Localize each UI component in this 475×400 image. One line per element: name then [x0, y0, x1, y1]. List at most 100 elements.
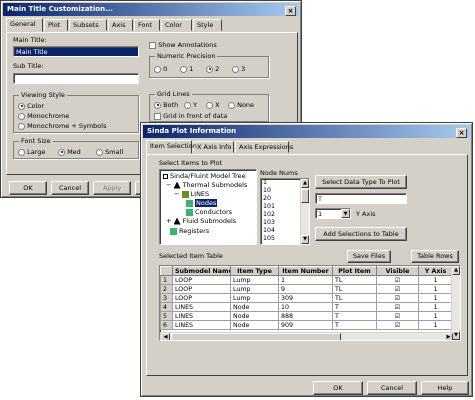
tree-item-conductors[interactable]: Conductors: [186, 208, 232, 216]
cell-y-axis[interactable]: 1: [418, 311, 453, 321]
tree-item-registers[interactable]: Registers: [170, 227, 209, 235]
cell-item-type[interactable]: Node: [230, 302, 279, 312]
table-row[interactable]: 4 LINES Node 10 T ☑ 1: [160, 302, 453, 312]
font-size-med[interactable]: Med: [58, 148, 81, 156]
row-number[interactable]: 1: [160, 275, 173, 285]
scroll-down-icon[interactable]: ▼: [301, 235, 309, 244]
tab-font[interactable]: Font: [134, 19, 160, 31]
precision-option-0[interactable]: 0: [154, 65, 167, 73]
cell-item-number[interactable]: 309: [278, 293, 333, 303]
visible-checkbox[interactable]: ☑: [376, 302, 419, 312]
grid-option-both[interactable]: Both: [154, 101, 178, 109]
title-customization-titlebar[interactable]: Main Title Customization... ×: [3, 3, 299, 16]
visible-checkbox[interactable]: ☑: [376, 320, 419, 330]
cell-plot-item[interactable]: TL: [332, 293, 377, 303]
visible-checkbox[interactable]: ☑: [376, 293, 419, 303]
model-tree[interactable]: Sinda/Fluint Model Tree − Thermal Submod…: [159, 169, 257, 245]
cell-plot-item[interactable]: TL: [332, 284, 377, 294]
main-title-input[interactable]: Main Title: [13, 46, 139, 57]
table-scrollbar[interactable]: ▲ ▼: [451, 266, 460, 340]
cell-submodel-name[interactable]: LOOP: [172, 284, 231, 294]
visible-checkbox[interactable]: ☑: [376, 275, 419, 285]
column-header[interactable]: Item Number: [278, 266, 333, 276]
tree-item-nodes[interactable]: Nodes: [186, 199, 218, 207]
row-number[interactable]: 5: [160, 311, 173, 321]
tab-style[interactable]: Style: [193, 19, 222, 31]
checkbox-box[interactable]: [149, 41, 156, 49]
sinda-plot-titlebar[interactable]: Sinda Plot Information ×: [143, 125, 470, 138]
y-axis-select[interactable]: 1 ▼: [315, 208, 351, 219]
cell-submodel-name[interactable]: LINES: [172, 320, 231, 330]
row-number[interactable]: 2: [160, 284, 173, 294]
cell-item-type[interactable]: Node: [230, 311, 279, 321]
expand-icon[interactable]: +: [166, 217, 171, 225]
sub-title-input[interactable]: [13, 73, 139, 84]
table-row[interactable]: 3 LOOP Lump 309 TL ☑ 1: [160, 293, 453, 303]
tab-plot[interactable]: Plot: [44, 19, 68, 31]
precision-option-3[interactable]: 3: [232, 65, 245, 73]
column-header[interactable]: Submodel Name: [172, 266, 231, 276]
scroll-thumb[interactable]: [301, 189, 309, 203]
collapse-icon[interactable]: −: [174, 190, 179, 198]
cell-plot-item[interactable]: T: [332, 311, 377, 321]
tab-general[interactable]: General: [6, 18, 43, 32]
cell-submodel-name[interactable]: LINES: [172, 311, 231, 321]
row-number[interactable]: 4: [160, 302, 173, 312]
cell-item-type[interactable]: Lump: [230, 275, 279, 285]
cell-plot-item[interactable]: TL: [332, 275, 377, 285]
cell-item-type[interactable]: Lump: [230, 293, 279, 303]
save-files-button[interactable]: Save Files: [347, 250, 391, 263]
apply-button[interactable]: Apply: [93, 181, 131, 195]
cell-item-number[interactable]: 1: [278, 275, 333, 285]
table-row[interactable]: 6 LINES Node 909 T ☑ 1: [160, 320, 453, 330]
viewing-style-monochrome-symbols[interactable]: Monochrome + Symbols: [18, 122, 106, 130]
show-annotations-checkbox[interactable]: Show Annotations: [149, 41, 217, 49]
column-header[interactable]: Y Axis: [418, 266, 453, 276]
cell-item-type[interactable]: Lump: [230, 284, 279, 294]
add-selections-button[interactable]: Add Selections to Table: [315, 227, 407, 241]
tree-item-lines[interactable]: − LINES: [174, 190, 209, 198]
row-number[interactable]: 6: [160, 320, 173, 330]
cell-item-type[interactable]: Node: [230, 320, 279, 330]
visible-checkbox[interactable]: ☑: [376, 284, 419, 294]
column-header[interactable]: Visible: [376, 266, 419, 276]
grid-option-x[interactable]: X: [206, 101, 220, 109]
data-type-field[interactable]: T: [315, 193, 407, 204]
tab-color[interactable]: Color: [161, 19, 192, 31]
scroll-down-icon[interactable]: ▼: [452, 331, 460, 340]
table-rows-button[interactable]: Table Rows: [411, 250, 459, 263]
visible-checkbox[interactable]: ☑: [376, 311, 419, 321]
cell-y-axis[interactable]: 1: [418, 293, 453, 303]
cell-y-axis[interactable]: 1: [418, 275, 453, 285]
table-row[interactable]: 1 LOOP Lump 1 TL ☑ 1: [160, 275, 453, 285]
chevron-down-icon[interactable]: ▼: [341, 209, 350, 218]
cell-item-number[interactable]: 9: [278, 284, 333, 294]
close-icon[interactable]: ×: [456, 128, 467, 138]
column-header[interactable]: Plot Item: [332, 266, 377, 276]
table-row[interactable]: 5 LINES Node 888 T ☑ 1: [160, 311, 453, 321]
cell-item-number[interactable]: 909: [278, 320, 333, 330]
node-nums-list[interactable]: 1 10 20 101 102 103 104 105 ▲ ▼: [260, 178, 310, 245]
tab-subsets[interactable]: Subsets: [69, 19, 107, 31]
grid-option-none[interactable]: None: [228, 101, 254, 109]
font-size-small[interactable]: Small: [96, 148, 123, 156]
scroll-left-icon[interactable]: ◀: [161, 333, 170, 340]
scroll-up-icon[interactable]: ▲: [452, 266, 460, 275]
cell-y-axis[interactable]: 1: [418, 284, 453, 294]
node-nums-scrollbar[interactable]: ▲ ▼: [300, 179, 309, 244]
cell-submodel-name[interactable]: LINES: [172, 302, 231, 312]
cell-submodel-name[interactable]: LOOP: [172, 293, 231, 303]
grid-option-y[interactable]: Y: [184, 101, 197, 109]
cell-y-axis[interactable]: 1: [418, 302, 453, 312]
precision-option-1[interactable]: 1: [180, 65, 193, 73]
tree-item-model-root[interactable]: Sinda/Fluint Model Tree: [162, 172, 246, 180]
ok-button[interactable]: OK: [313, 381, 363, 395]
column-header[interactable]: Item Type: [230, 266, 279, 276]
tab-axis[interactable]: Axis: [108, 19, 133, 31]
cell-submodel-name[interactable]: LOOP: [172, 275, 231, 285]
cancel-button[interactable]: Cancel: [367, 381, 417, 395]
cell-item-number[interactable]: 10: [278, 302, 333, 312]
cell-y-axis[interactable]: 1: [418, 320, 453, 330]
collapse-icon[interactable]: −: [166, 181, 171, 189]
tab-x-axis-info[interactable]: X Axis Info: [193, 141, 234, 153]
